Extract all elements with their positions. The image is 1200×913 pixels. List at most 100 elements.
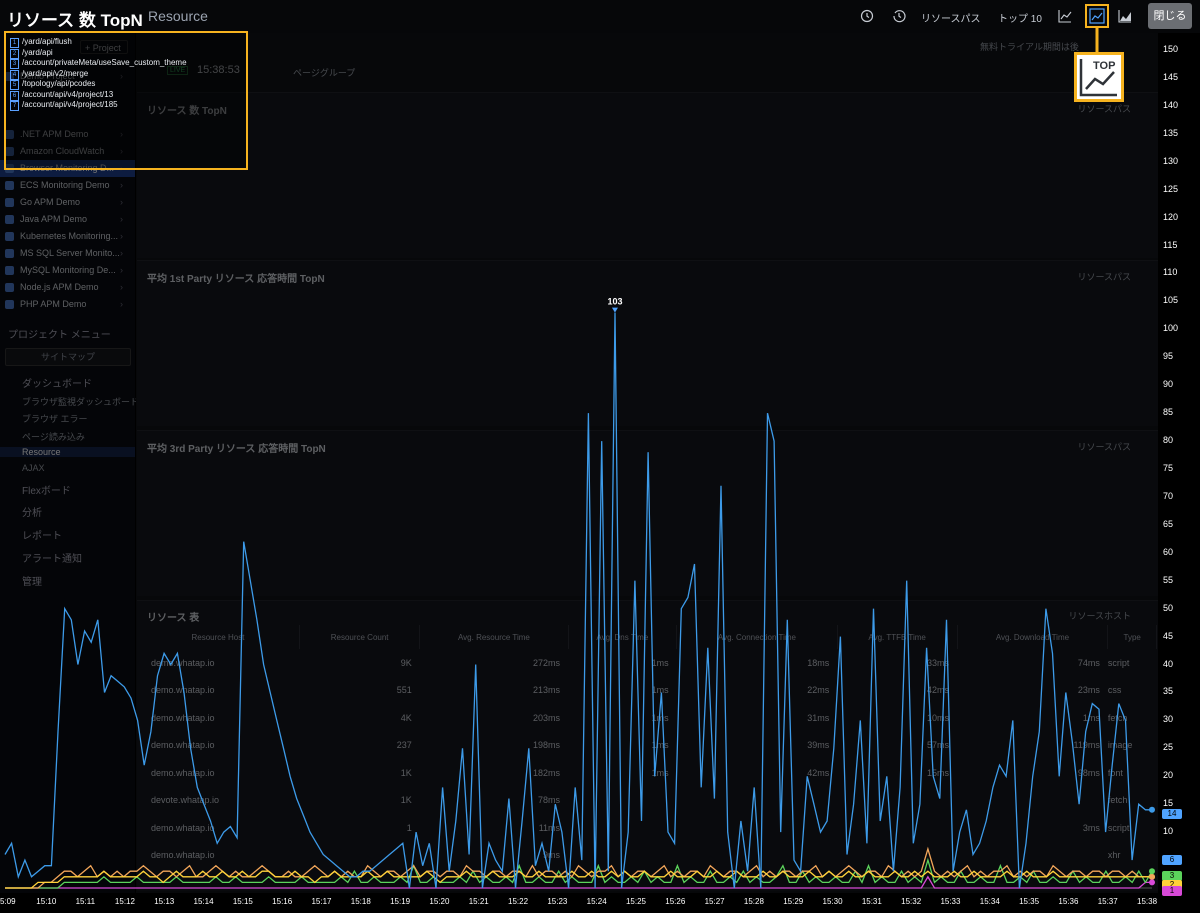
x-tick-label: 15:35 xyxy=(1019,897,1040,906)
rank-number: 6 xyxy=(10,90,19,101)
x-tick-label: 15:18 xyxy=(350,897,371,906)
series-line-0 xyxy=(4,312,1152,889)
series-end-value: 1 xyxy=(1162,886,1182,896)
y-tick-label: 15 xyxy=(1163,798,1174,809)
y-tick-label: 145 xyxy=(1163,71,1179,82)
rank-number: 5 xyxy=(10,80,19,90)
y-tick-label: 80 xyxy=(1163,435,1174,446)
y-tick-label: 110 xyxy=(1163,267,1178,278)
clock-icon[interactable] xyxy=(860,9,874,23)
tooltip-item: 7/account/api/v4/project/185 xyxy=(10,100,118,111)
y-tick-label: 70 xyxy=(1163,490,1174,501)
resource-path: /account/api/v4/project/13 xyxy=(22,89,114,99)
x-tick-label: 15:38 xyxy=(1137,897,1158,906)
peak-marker xyxy=(611,307,618,313)
series-end-point xyxy=(1149,873,1155,880)
y-tick-label: 35 xyxy=(1163,686,1174,697)
series-end-point xyxy=(1149,879,1155,886)
y-tick-label: 25 xyxy=(1163,742,1174,753)
y-tick-label: 40 xyxy=(1163,658,1174,669)
y-tick-label: 85 xyxy=(1163,407,1174,418)
x-tick-label: 15:16 xyxy=(272,897,293,906)
y-tick-label: 140 xyxy=(1163,99,1179,110)
x-tick-label: 15:31 xyxy=(861,897,882,906)
rank-number: 1 xyxy=(10,38,19,48)
y-tick-label: 50 xyxy=(1163,602,1174,613)
series-line-3 xyxy=(5,857,1153,889)
x-tick-label: 15:37 xyxy=(1097,897,1118,906)
series-end-point xyxy=(1149,868,1155,875)
y-tick-label: 150 xyxy=(1163,44,1179,54)
x-tick-label: 15:17 xyxy=(311,897,332,906)
x-tick-label: 15:30 xyxy=(822,897,843,906)
x-tick-label: 15:14 xyxy=(193,897,214,906)
top-resources-tooltip: 1/yard/api/flush 2/yard/api 3/account/priv… xyxy=(4,31,248,170)
resource-path: /account/privateMeta/useSave_custom_them… xyxy=(22,58,187,67)
x-tick-label: 15:20 xyxy=(429,897,450,906)
tooltip-item: 2/yard/api xyxy=(10,48,53,59)
y-tick-label: 95 xyxy=(1163,351,1174,362)
y-tick-label: 105 xyxy=(1163,295,1179,306)
y-tick-label: 30 xyxy=(1163,714,1174,725)
rank-number: 7 xyxy=(10,101,19,111)
series-line-1 xyxy=(5,870,1152,889)
x-tick-label: 15:12 xyxy=(114,897,135,906)
rank-number: 4 xyxy=(10,69,19,80)
rank-number: 3 xyxy=(10,59,19,69)
resource-path: /yard/api xyxy=(22,47,53,57)
series-end-point xyxy=(1149,806,1155,813)
x-tick-label: 15:11 xyxy=(75,897,96,906)
top-chart-button[interactable] xyxy=(1085,4,1109,28)
y-tick-label: 100 xyxy=(1163,323,1179,334)
series-end-value: 6 xyxy=(1162,855,1182,865)
x-tick-label: 15:19 xyxy=(390,897,411,906)
area-chart-icon[interactable] xyxy=(1118,9,1132,23)
y-tick-label: 115 xyxy=(1163,239,1178,250)
x-tick-label: 15:32 xyxy=(901,897,922,906)
tooltip-item: 4/yard/api/v2/merge xyxy=(10,69,88,80)
resource-path: /yard/api/flush xyxy=(22,37,72,46)
y-tick-label: 130 xyxy=(1163,155,1179,166)
y-tick-label: 120 xyxy=(1163,211,1179,222)
x-tick-label: 15:29 xyxy=(783,897,804,906)
history-icon[interactable] xyxy=(892,9,906,23)
x-tick-label: 15:27 xyxy=(704,897,725,906)
series-end-value: 14 xyxy=(1162,809,1182,819)
line-chart-icon[interactable] xyxy=(1058,9,1072,23)
overlay-title: リソース 数 TopN xyxy=(7,11,143,30)
x-tick-label: 15:21 xyxy=(468,897,489,906)
y-tick-label: 55 xyxy=(1163,574,1174,585)
top-chart-icon xyxy=(1089,8,1105,24)
x-tick-label: 15:15 xyxy=(232,897,253,906)
tooltip-item: 3/account/privateMeta/useSave_custom_the… xyxy=(10,58,187,69)
x-tick-label: 15:26 xyxy=(665,897,686,906)
x-tick-label: 15:10 xyxy=(36,897,57,906)
top10-button[interactable]: トップ 10 xyxy=(998,10,1042,25)
tooltip-item: 1/yard/api/flush xyxy=(10,37,72,48)
y-tick-label: 75 xyxy=(1163,463,1174,473)
resource-path: /account/api/v4/project/185 xyxy=(22,100,118,109)
tooltip-item: 6/account/api/v4/project/13 xyxy=(10,90,113,101)
x-tick-label: 15:28 xyxy=(743,897,764,906)
y-tick-label: 60 xyxy=(1163,546,1174,557)
y-tick-label: 20 xyxy=(1163,770,1174,781)
x-tick-label: 15:24 xyxy=(586,897,607,906)
resource-path: /topology/api/pcodes xyxy=(22,79,96,88)
top-chart-icon: TOP xyxy=(1074,52,1124,102)
tooltip-item: 5/topology/api/pcodes xyxy=(10,79,95,90)
resource-path-button[interactable]: リソースパス xyxy=(921,10,981,25)
x-tick-label: 15:36 xyxy=(1058,897,1079,906)
y-tick-label: 45 xyxy=(1163,630,1174,641)
x-tick-label: 15:22 xyxy=(508,897,529,906)
close-button[interactable]: 閉じる xyxy=(1148,3,1192,29)
y-tick-label: 90 xyxy=(1163,379,1174,390)
y-tick-label: 65 xyxy=(1163,518,1174,529)
y-tick-label: 125 xyxy=(1163,183,1179,194)
peak-label: 103 xyxy=(607,297,622,307)
y-tick-label: 135 xyxy=(1163,127,1179,138)
svg-text:TOP: TOP xyxy=(1093,60,1115,72)
x-tick-label: 15:13 xyxy=(154,897,175,906)
resource-path: /yard/api/v2/merge xyxy=(22,68,89,78)
x-tick-label: 15:34 xyxy=(979,897,1000,906)
rank-number: 2 xyxy=(10,48,19,59)
